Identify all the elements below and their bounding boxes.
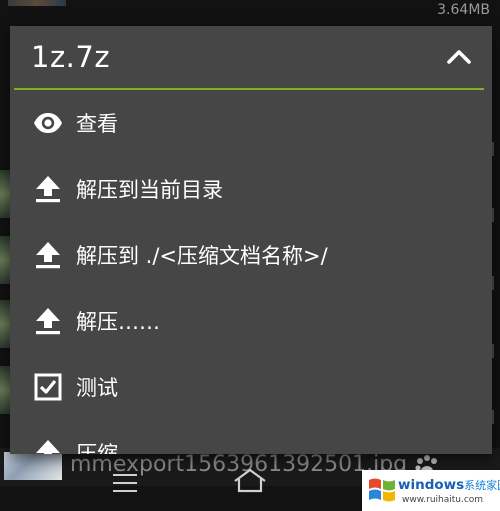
watermark-brand-suffix: 系统家园 xyxy=(464,479,500,492)
windows-logo-icon xyxy=(369,478,395,502)
menu-item-view[interactable]: 查看 xyxy=(10,90,492,156)
menu-item-label: 压缩 xyxy=(76,442,118,454)
home-icon[interactable] xyxy=(233,468,267,494)
watermark-url: www.ruihaitu.com xyxy=(402,495,484,505)
upload-icon xyxy=(32,239,64,271)
menu-icon[interactable] xyxy=(112,472,138,494)
chevron-up-icon[interactable] xyxy=(442,40,476,74)
eye-icon xyxy=(32,107,64,139)
watermark-brand-text: windows xyxy=(398,477,465,493)
menu-item-label: 解压…… xyxy=(76,310,160,334)
screen: 3.64MB mmexport1563961392501.jpg 1z.7z 查… xyxy=(0,0,500,511)
menu-item-test[interactable]: 测试 xyxy=(10,354,492,420)
site-watermark: windows系统家园 www.ruihaitu.com xyxy=(362,470,500,511)
upload-icon xyxy=(32,173,64,205)
checkbox-icon xyxy=(32,371,64,403)
menu-item-extract[interactable]: 解压…… xyxy=(10,288,492,354)
menu-item-extract-here[interactable]: 解压到当前目录 xyxy=(10,156,492,222)
menu-item-label: 查看 xyxy=(76,112,118,136)
file-thumbnail[interactable] xyxy=(8,0,66,6)
file-size: 3.64MB xyxy=(437,2,490,18)
menu-item-extract-to-folder[interactable]: 解压到 ./<压缩文档名称>/ xyxy=(10,222,492,288)
menu-item-label: 解压到 ./<压缩文档名称>/ xyxy=(76,244,328,268)
menu-item-label: 测试 xyxy=(76,376,118,400)
menu-header: 1z.7z xyxy=(14,26,484,90)
watermark-brand: windows系统家园 xyxy=(398,477,500,493)
archive-title: 1z.7z xyxy=(31,40,111,74)
upload-icon xyxy=(32,305,64,337)
upload-icon xyxy=(32,437,64,454)
menu-item-compress[interactable]: 压缩 xyxy=(10,420,492,454)
archive-context-menu: 1z.7z 查看 解压到当前目录 解压到 ./<压缩文档名称>/ 解压…… 测试… xyxy=(10,26,492,454)
menu-item-label: 解压到当前目录 xyxy=(76,178,223,202)
